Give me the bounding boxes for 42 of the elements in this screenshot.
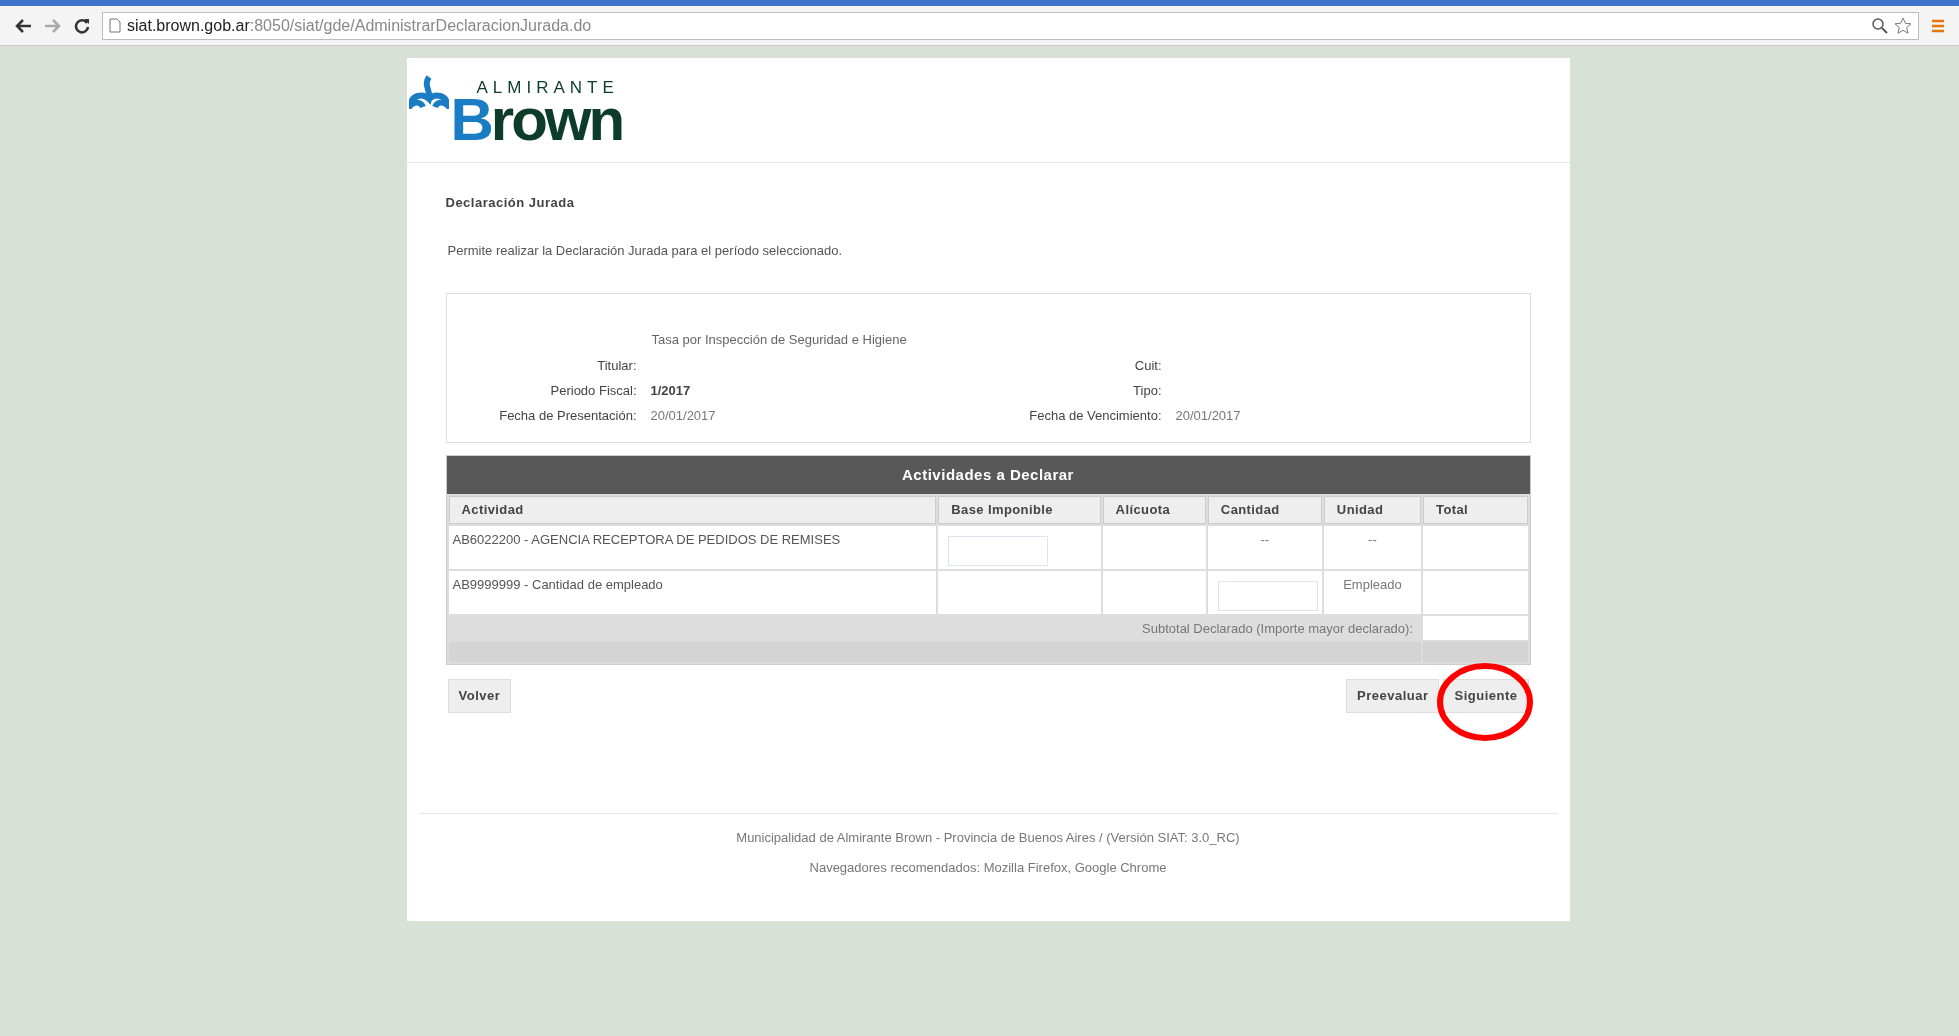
column-header: Unidad	[1323, 496, 1421, 524]
tax-name: Tasa por Inspección de Seguridad e Higiene	[651, 331, 908, 349]
subtotal-label: Subtotal Declarado (Importe mayor declarado):	[1142, 621, 1413, 636]
field-label: Fecha de Presentación:	[498, 406, 637, 425]
column-header: Alícuota	[1102, 496, 1206, 524]
input-field[interactable]	[1217, 581, 1318, 611]
field-label: Fecha de Vencimiento:	[1028, 406, 1162, 425]
url-text: siat.brown.gob.ar:8050/siat/gde/AdministrarDeclaracionJurada.do	[127, 15, 592, 36]
input-field[interactable]	[948, 536, 1049, 566]
field-label: Titular:	[596, 356, 637, 375]
reload-icon[interactable]	[74, 17, 90, 34]
address-bar[interactable]: siat.brown.gob.ar:8050/siat/gde/AdministrarDeclaracionJurada.do	[102, 11, 1919, 40]
field-value: 1/2017	[650, 381, 691, 400]
footer-text: Navegadores recomendados: Mozilla Firefox, Google Chrome	[809, 858, 1167, 877]
column-header: Total	[1423, 496, 1528, 524]
table-cell-text: Empleado	[1342, 576, 1403, 594]
forward-icon[interactable]	[44, 17, 62, 34]
page-heading: Declaración Jurada	[445, 194, 576, 212]
star-icon[interactable]	[1894, 16, 1912, 35]
table-title: Actividades a Declarar	[446, 456, 1530, 494]
column-header: Base Imponible	[938, 496, 1101, 524]
form-button[interactable]: Siguiente	[1443, 679, 1529, 713]
table-cell-text: AB6022200 - AGENCIA RECEPTORA DE PEDIDOS DE REMISES	[452, 531, 842, 549]
page-description: Permite realizar la Declaración Jurada para el período seleccionado.	[446, 241, 844, 260]
table-cell-text: AB9999999 - Cantidad de empleado	[452, 576, 664, 594]
field-label: Cuit:	[1133, 356, 1162, 375]
menu-icon[interactable]	[1931, 18, 1945, 33]
back-icon[interactable]	[14, 17, 32, 34]
form-button[interactable]: Volver	[447, 679, 512, 713]
field-label: Tipo:	[1132, 381, 1162, 400]
form-button[interactable]: Preevaluar	[1346, 679, 1440, 713]
table-cell-text: --	[1259, 531, 1271, 549]
column-header: Actividad	[448, 496, 937, 524]
page-icon	[109, 18, 121, 33]
fleur-icon	[408, 74, 449, 109]
field-value: 20/01/2017	[650, 406, 716, 425]
field-value: 20/01/2017	[1175, 406, 1241, 425]
zoom-icon[interactable]	[1872, 17, 1888, 34]
column-header: Cantidad	[1207, 496, 1322, 524]
footer-text: Municipalidad de Almirante Brown - Provincia de Buenos Aires / (Versión SIAT: 3.0_RC)	[736, 829, 1240, 847]
table-cell-text: --	[1367, 531, 1378, 549]
field-label: Periodo Fiscal:	[549, 381, 637, 400]
